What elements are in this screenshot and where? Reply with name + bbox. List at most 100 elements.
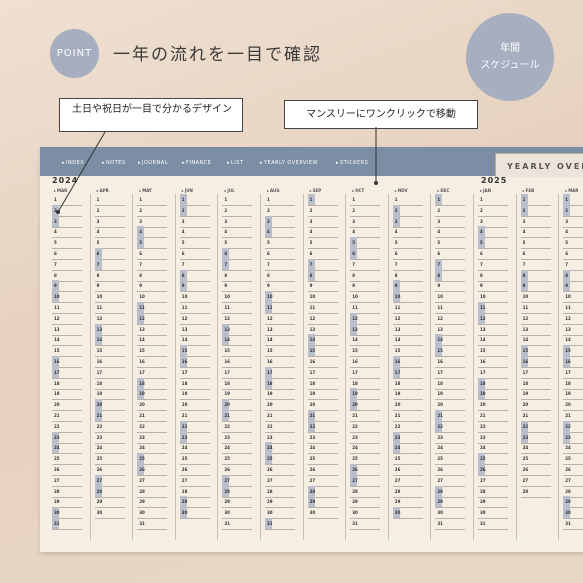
day-number: 15 [139, 348, 145, 354]
day-number: 28 [181, 488, 188, 494]
day-number: 4 [224, 229, 228, 235]
day-number: 22 [437, 423, 443, 429]
day-number: 2 [352, 207, 355, 213]
day-number: 17 [394, 369, 401, 375]
day-number: 19 [224, 391, 230, 397]
day-number: 8 [522, 272, 526, 278]
nav-item-stickers[interactable]: STICKERS [336, 160, 368, 166]
day-number: 13 [224, 326, 230, 332]
day-number: 4 [565, 229, 568, 235]
day-number: 14 [522, 337, 529, 343]
day-number: 3 [139, 218, 142, 224]
day-number: 5 [394, 240, 398, 246]
day-number: 29 [437, 499, 443, 505]
day-number: 18 [181, 380, 188, 386]
nav-item-list[interactable]: LIST [227, 160, 244, 166]
month-label: AUG [267, 188, 280, 193]
day-number: 22 [480, 423, 486, 429]
day-number: 9 [565, 283, 568, 289]
day-cell[interactable]: 30 [392, 507, 423, 520]
day-number: 14 [267, 337, 273, 343]
day-number: 13 [437, 326, 443, 332]
nav-item-index[interactable]: INDEX [62, 160, 84, 166]
day-cell[interactable]: 31 [563, 518, 583, 530]
day-number: 26 [54, 467, 60, 472]
day-cell[interactable]: 31 [350, 518, 381, 530]
nav-item-yearly-overview[interactable]: YEARLY OVERVIEW [260, 160, 318, 166]
day-number: 22 [96, 423, 103, 429]
day-cell[interactable]: 30 [179, 507, 210, 520]
day-number: 11 [394, 305, 401, 310]
day-number: 17 [54, 369, 60, 375]
day-number: 10 [181, 294, 188, 300]
column-divider [473, 194, 474, 540]
day-number: 26 [139, 467, 145, 472]
day-number: 25 [394, 456, 401, 462]
day-number: 5 [224, 240, 228, 246]
day-number: 20 [309, 402, 316, 408]
day-number: 18 [480, 380, 486, 386]
day-number: 8 [437, 272, 441, 278]
day-cell[interactable]: 31 [265, 518, 295, 530]
day-number: 31 [352, 521, 358, 526]
day-number: 4 [437, 229, 441, 235]
day-number: 18 [139, 380, 145, 386]
day-number: 13 [394, 326, 401, 332]
day-number: 1 [54, 197, 57, 202]
day-cell[interactable]: 31 [478, 518, 508, 530]
day-number: 1 [352, 197, 355, 202]
column-divider [302, 194, 304, 540]
month-label: JUN [182, 188, 193, 193]
day-number: 27 [565, 477, 571, 483]
month-label: APR [97, 188, 109, 193]
day-cell[interactable]: 30 [307, 507, 338, 520]
day-number: 30 [309, 510, 316, 516]
day-number: 7 [139, 261, 142, 267]
day-number: 20 [437, 402, 443, 408]
day-cell[interactable]: 30 [94, 507, 125, 520]
day-number: 18 [309, 380, 316, 386]
column-divider [174, 194, 176, 540]
day-number: 23 [54, 434, 60, 440]
day-number: 7 [224, 261, 228, 267]
day-cell[interactable]: 31 [435, 518, 466, 530]
day-cell[interactable]: 31 [137, 518, 168, 530]
day-cell[interactable]: 28 [520, 486, 551, 498]
day-number: 4 [181, 229, 185, 235]
day-number: 3 [394, 218, 398, 224]
tab-yearly-overview[interactable]: YEARLY OVERVIEW [495, 153, 583, 177]
day-number: 3 [267, 218, 270, 224]
day-number: 30 [565, 510, 571, 516]
day-number: 17 [565, 369, 571, 375]
day-number: 21 [96, 413, 103, 418]
day-number: 13 [565, 326, 571, 332]
day-number: 2 [480, 207, 483, 213]
day-number: 13 [96, 326, 103, 332]
day-cell[interactable]: 31 [52, 518, 82, 530]
day-number: 10 [352, 294, 358, 300]
day-number: 4 [309, 229, 313, 235]
day-number: 20 [139, 402, 145, 408]
day-number: 10 [394, 294, 401, 300]
day-number: 25 [309, 456, 316, 462]
nav-item-finance[interactable]: FINANCE [182, 160, 211, 166]
day-number: 18 [565, 380, 571, 386]
nav-item-notes[interactable]: NOTES [102, 160, 126, 166]
day-number: 26 [394, 467, 401, 472]
day-number: 27 [54, 477, 60, 483]
day-number: 17 [522, 369, 529, 375]
day-number: 14 [437, 337, 443, 343]
day-number: 12 [54, 315, 60, 321]
day-number: 13 [54, 326, 60, 332]
day-number: 14 [352, 337, 358, 343]
day-number: 19 [309, 391, 316, 397]
day-number: 28 [437, 488, 443, 494]
day-number: 10 [267, 294, 273, 300]
day-cell[interactable]: 31 [222, 518, 253, 530]
day-number: 8 [224, 272, 228, 278]
day-number: 5 [522, 240, 526, 246]
day-number: 15 [309, 348, 316, 354]
nav-item-journal[interactable]: JOURNAL [138, 160, 168, 166]
day-number: 21 [267, 413, 273, 418]
day-number: 22 [224, 423, 230, 429]
